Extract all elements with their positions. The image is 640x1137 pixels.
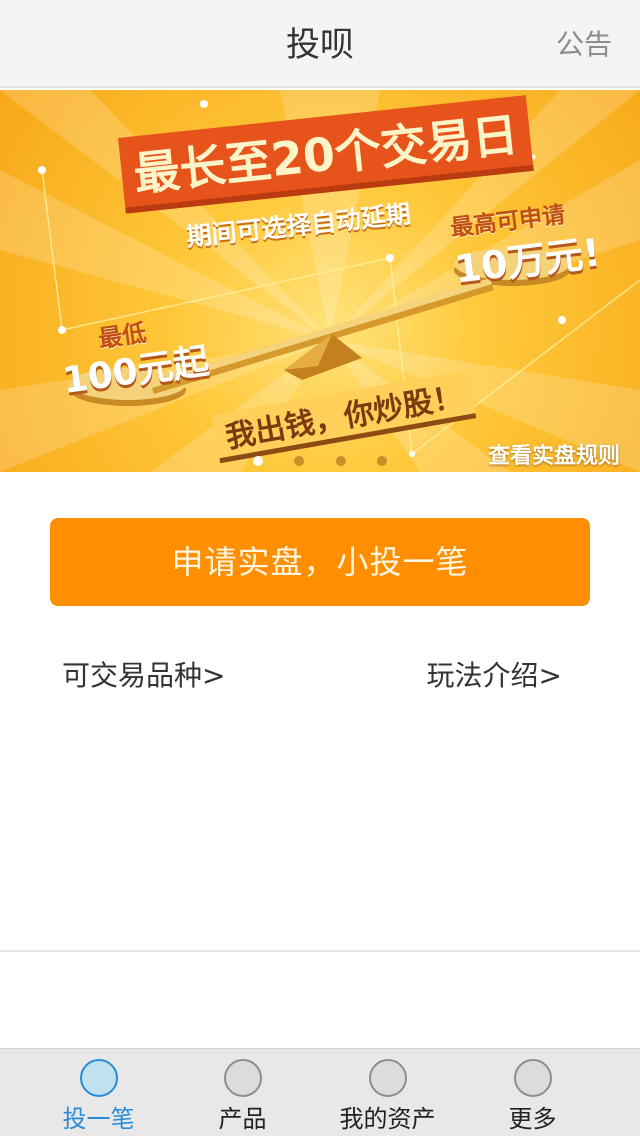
tradable-products-link[interactable]: 可交易品种> [62,654,225,694]
bottom-tabbar: 投一笔 产品 我的资产 更多 [0,1048,640,1136]
tab-my-assets[interactable]: 我的资产 [315,1049,460,1137]
tab-label: 产品 [218,1105,267,1133]
circle-icon [514,1059,552,1097]
page-title: 投呗 [286,25,354,65]
top-navbar: 投呗 公告 [0,0,640,88]
tab-products[interactable]: 产品 [170,1049,315,1137]
circle-icon [369,1059,407,1097]
circle-icon [80,1059,118,1097]
carousel-dot[interactable] [376,456,387,466]
tab-label: 投一笔 [62,1105,135,1133]
tab-invest[interactable]: 投一笔 [26,1049,171,1137]
how-to-play-link[interactable]: 玩法介绍> [427,654,562,694]
carousel-dot[interactable] [253,456,264,466]
tab-label: 更多 [508,1105,557,1133]
promo-banner[interactable]: 最长至20个交易日 期间可选择自动延期 最高可申请 10万元! 最低 100元起… [0,90,640,472]
carousel-indicator[interactable] [0,456,640,470]
tab-label: 我的资产 [339,1105,436,1133]
divider [0,950,640,952]
tab-more[interactable]: 更多 [460,1049,605,1137]
announcement-button[interactable]: 公告 [556,0,612,88]
carousel-dot[interactable] [294,456,305,466]
apply-button[interactable]: 申请实盘，小投一笔 [50,518,590,606]
circle-icon [224,1059,262,1097]
carousel-dot[interactable] [335,456,346,466]
